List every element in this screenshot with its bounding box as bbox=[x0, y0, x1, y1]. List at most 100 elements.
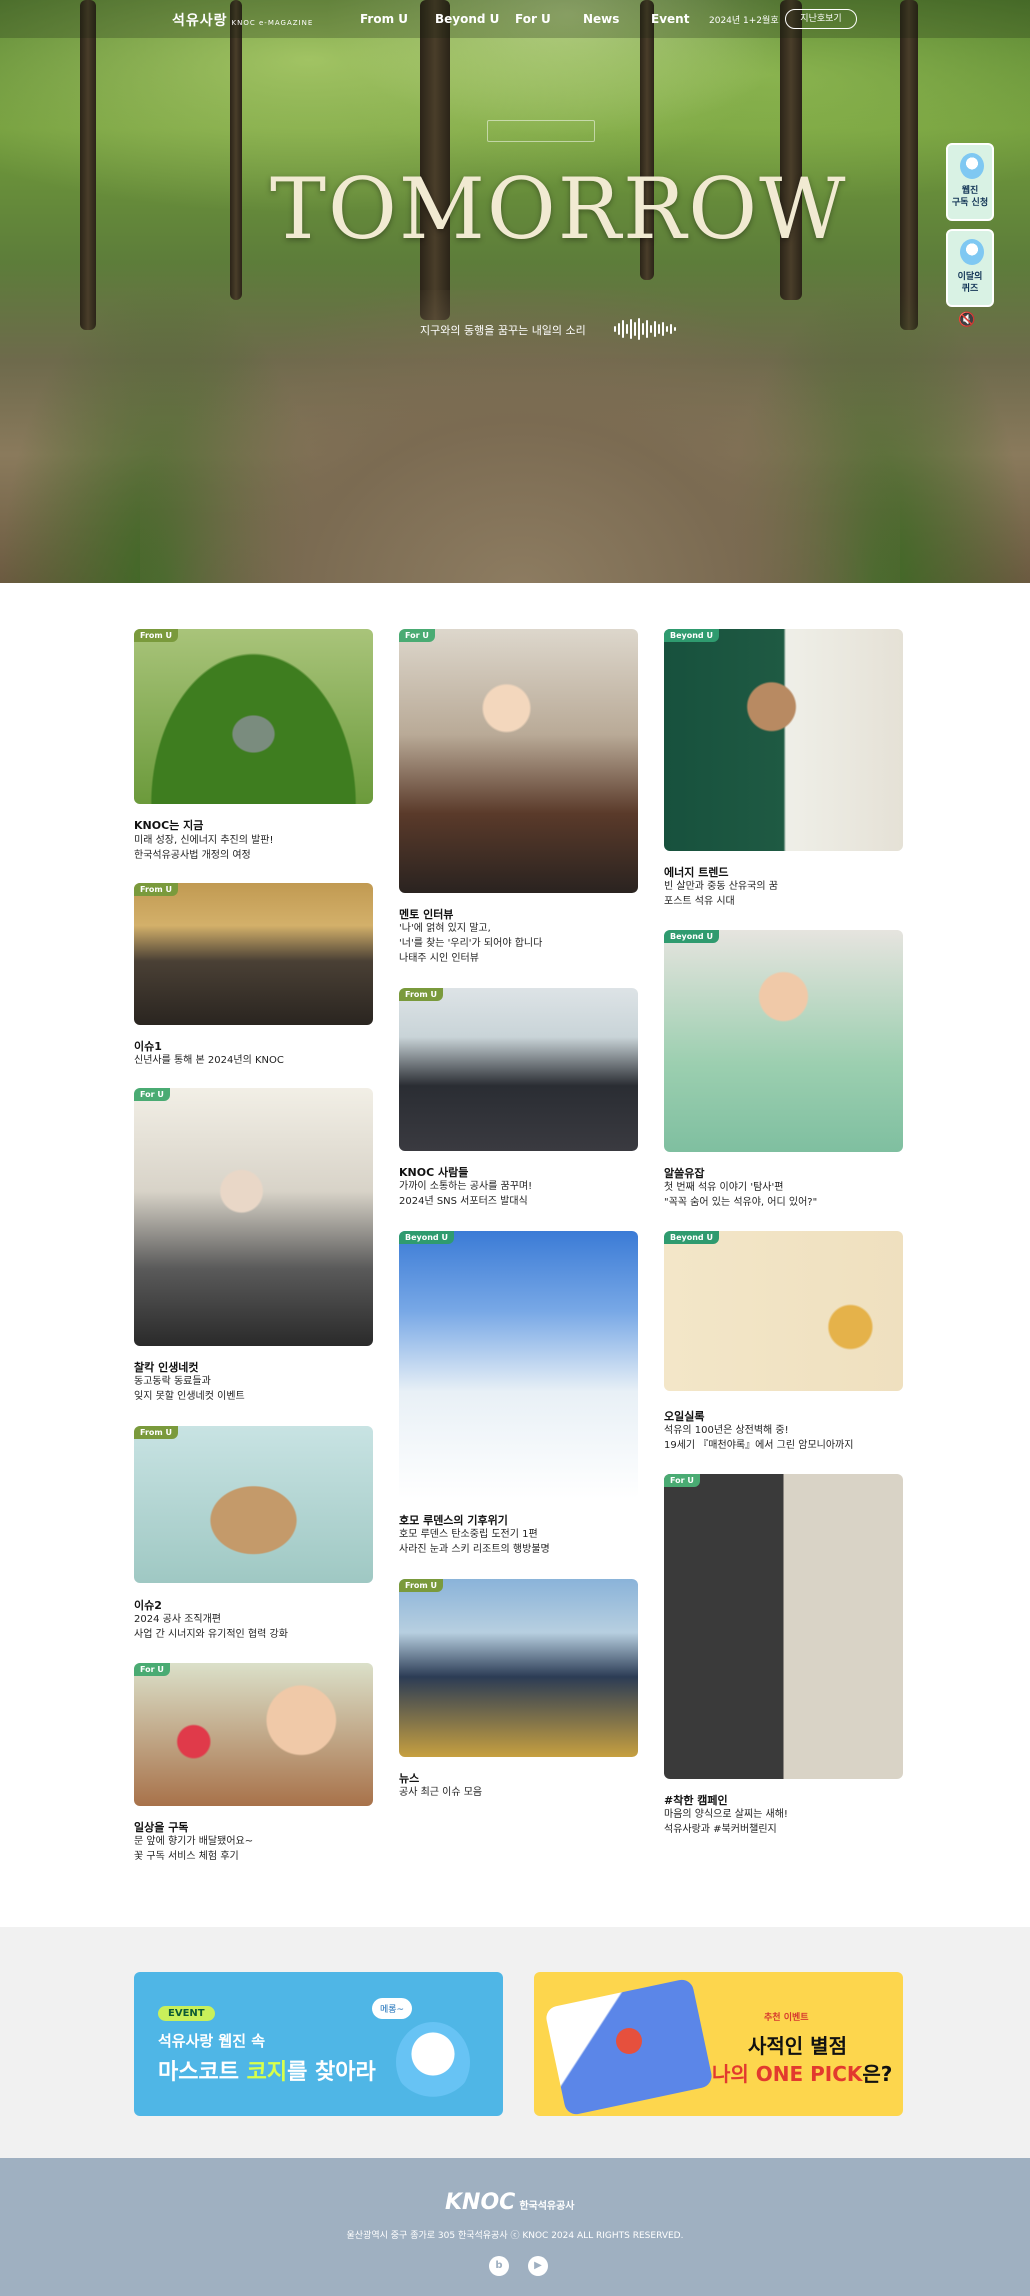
card-photo bbox=[134, 1663, 373, 1806]
card-news[interactable]: From U 뉴스 공사 최근 이슈 모음 bbox=[399, 1579, 638, 1804]
issue-label[interactable]: 2024년 1+2월호 bbox=[709, 13, 779, 26]
mute-speaker-icon[interactable]: 🔇 bbox=[958, 312, 975, 328]
category-tag: For U bbox=[399, 629, 435, 642]
youtube-icon[interactable]: ▶ bbox=[528, 2256, 548, 2276]
one-pick-banner[interactable]: 추천 이벤트 사적인 별점 나의 ONE PICK은? bbox=[534, 1972, 903, 2116]
sound-wave-icon[interactable] bbox=[614, 318, 676, 340]
quiz-label-2: 퀴즈 bbox=[961, 284, 979, 294]
card-knoc-people[interactable]: From U KNOC 사람들 가까이 소통하는 공사를 꿈꾸며! 2024년 S… bbox=[399, 988, 638, 1213]
card-good-campaign[interactable]: For U #착한 캠페인 마음의 양식으로 살찌는 새해! 석유사랑과 #북커버… bbox=[664, 1474, 903, 1844]
menu-beyond-u[interactable]: Beyond U bbox=[435, 12, 515, 26]
card-photo bbox=[399, 1579, 638, 1757]
hero-title: TOMORROW bbox=[270, 160, 848, 258]
card-desc: 문 앞에 향기가 배달됐어요~ 꽃 구독 서비스 체험 후기 bbox=[134, 1836, 254, 1862]
category-tag: Beyond U bbox=[664, 1231, 719, 1244]
banner1-line1: 석유사랑 웹진 속 bbox=[158, 2032, 266, 2050]
card-photo bbox=[134, 883, 373, 1025]
card-issue1[interactable]: From U 이슈1 신년사를 통해 본 2024년의 KNOC bbox=[134, 883, 373, 1066]
card-title: 찰칵 인생네컷 bbox=[134, 1361, 199, 1374]
banner2-line1: 사적인 별점 bbox=[748, 2034, 847, 2058]
card-energy-trend[interactable]: Beyond U 에너지 트렌드 빈 살만과 중동 산유국의 꿈 포스트 석유 시… bbox=[664, 629, 903, 914]
card-photo bbox=[134, 1426, 373, 1583]
site-logo[interactable]: 석유사랑 KNOC e-MAGAZINE bbox=[172, 10, 313, 30]
card-title: 이슈1 bbox=[134, 1040, 162, 1053]
footer: KNOC 한국석유공사 울산광역시 중구 종가로 305 한국석유공사 ⓒ KNO… bbox=[0, 2158, 1030, 2296]
card-photo bbox=[664, 629, 903, 851]
card-title: 일상을 구독 bbox=[134, 1821, 189, 1834]
card-title: 뉴스 bbox=[399, 1772, 420, 1785]
card-title: 멘토 인터뷰 bbox=[399, 908, 454, 921]
card-title: KNOC 사람들 bbox=[399, 1166, 469, 1179]
card-oil-annals[interactable]: Beyond U 오일실록 석유의 100년은 상전벽해 중! 19세기 『매천야… bbox=[664, 1231, 903, 1461]
subscribe-label-1: 웹진 bbox=[961, 186, 979, 196]
category-tag: Beyond U bbox=[399, 1231, 454, 1244]
subscribe-label-2: 구독 신청 bbox=[951, 198, 989, 208]
quiz-label-1: 이달의 bbox=[957, 272, 983, 282]
card-flower-subscription[interactable]: For U 일상을 구독 문 앞에 향기가 배달됐어요~ 꽃 구독 서비스 체험 … bbox=[134, 1663, 373, 1873]
top-nav: 석유사랑 KNOC e-MAGAZINE From U Beyond U For … bbox=[0, 0, 1030, 38]
card-desc: 마음의 양식으로 살찌는 새해! 석유사랑과 #북커버챌린지 bbox=[664, 1809, 788, 1835]
menu-for-u[interactable]: For U bbox=[515, 12, 583, 26]
banner1-line2: 마스코트 코지를 찾아라 bbox=[158, 2060, 376, 2085]
prev-issue-label: 지난호보기 bbox=[800, 14, 842, 24]
card-homo-ludens[interactable]: Beyond U 호모 루덴스의 기후위기 호모 루덴스 탄소중립 도전기 1편… bbox=[399, 1231, 638, 1561]
card-title: 알쓸유잡 bbox=[664, 1167, 705, 1180]
card-title: 호모 루덴스의 기후위기 bbox=[399, 1514, 508, 1527]
card-desc: 신년사를 통해 본 2024년의 KNOC bbox=[134, 1055, 284, 1066]
category-tag: From U bbox=[134, 883, 179, 896]
card-knoc-now[interactable]: From U KNOC는 지금 미래 성장, 신에너지 추진의 발판! 한국석유공… bbox=[134, 629, 373, 861]
card-desc: 동고동락 동료들과 잊지 못할 인생네컷 이벤트 bbox=[134, 1376, 245, 1402]
card-desc: 2024 공사 조직개편 사업 간 시너지와 유기적인 협력 강화 bbox=[134, 1614, 288, 1640]
card-desc: 공사 최근 이슈 모음 bbox=[399, 1787, 483, 1798]
card-issue2[interactable]: From U 이슈2 2024 공사 조직개편 사업 간 시너지와 유기적인 협력… bbox=[134, 1426, 373, 1646]
card-title: KNOC는 지금 bbox=[134, 819, 204, 832]
footer-address: 울산광역시 중구 종가로 305 한국석유공사 ⓒ KNOC 2024 ALL … bbox=[346, 2231, 684, 2241]
category-tag: From U bbox=[399, 988, 444, 1001]
card-title: 에너지 트렌드 bbox=[664, 866, 729, 879]
tree-trunk bbox=[900, 0, 918, 330]
category-tag: From U bbox=[399, 1579, 444, 1592]
mascot-icon bbox=[960, 239, 984, 265]
card-desc: 첫 번째 석유 이야기 '탐사'편 "꼭꼭 숨어 있는 석유야, 어디 있어?" bbox=[664, 1182, 818, 1208]
logo-subtext: KNOC e-MAGAZINE bbox=[231, 19, 314, 27]
category-tag: For U bbox=[134, 1663, 170, 1676]
card-desc: 호모 루덴스 탄소중립 도전기 1편 사라진 눈과 스키 리조트의 행방불명 bbox=[399, 1529, 550, 1555]
menu-news[interactable]: News bbox=[583, 12, 651, 26]
mascot-icon bbox=[396, 2022, 470, 2102]
menu-from-u[interactable]: From U bbox=[360, 12, 435, 26]
card-mentor-interview[interactable]: For U 멘토 인터뷰 '나'에 얽혀 있지 말고, '너'를 찾는 '우리'가… bbox=[399, 629, 638, 969]
prev-issue-button[interactable]: 지난호보기 bbox=[785, 9, 857, 29]
main-menu: From U Beyond U For U News Event bbox=[360, 12, 711, 26]
footer-logo: KNOC 한국석유공사 bbox=[445, 2190, 575, 2215]
card-desc: 석유의 100년은 상전벽해 중! 19세기 『매천야록』에서 그린 암모니아까지 bbox=[664, 1425, 854, 1451]
banner2-line2: 나의 ONE PICK은? bbox=[712, 2062, 893, 2086]
card-photo bbox=[399, 629, 638, 893]
card-photo bbox=[399, 1231, 638, 1499]
card-photo bbox=[664, 930, 903, 1152]
category-tag: For U bbox=[664, 1474, 700, 1487]
event-pill: EVENT bbox=[158, 2006, 215, 2021]
find-mascot-banner[interactable]: EVENT 석유사랑 웹진 속 마스코트 코지를 찾아라 메롱~ bbox=[134, 1972, 503, 2116]
card-desc: 빈 살만과 중동 산유국의 꿈 포스트 석유 시대 bbox=[664, 881, 778, 907]
tree-trunk bbox=[80, 0, 96, 330]
card-desc: 가까이 소통하는 공사를 꿈꾸며! 2024년 SNS 서포터즈 발대식 bbox=[399, 1181, 533, 1207]
blog-icon[interactable]: b bbox=[489, 2256, 509, 2276]
card-desc: 미래 성장, 신에너지 추진의 발판! 한국석유공사법 개정의 여정 bbox=[134, 835, 274, 861]
play-icon bbox=[616, 2028, 642, 2054]
card-oil-tidbits[interactable]: Beyond U 알쓸유잡 첫 번째 석유 이야기 '탐사'편 "꼭꼭 숨어 있는… bbox=[664, 930, 903, 1215]
category-tag: For U bbox=[134, 1088, 170, 1101]
hero-subtitle: 지구와의 동행을 꿈꾸는 내일의 소리 bbox=[420, 324, 586, 337]
tree-trunk bbox=[230, 0, 242, 300]
season-badge bbox=[487, 120, 595, 142]
menu-event[interactable]: Event bbox=[651, 12, 711, 26]
card-photo bbox=[664, 1231, 903, 1391]
card-title: 오일실록 bbox=[664, 1410, 705, 1423]
card-photo bbox=[664, 1474, 903, 1779]
quiz-button[interactable]: 이달의 퀴즈 bbox=[946, 229, 994, 307]
card-photo bbox=[134, 1088, 373, 1346]
card-title: 이슈2 bbox=[134, 1599, 162, 1612]
category-tag: From U bbox=[134, 1426, 179, 1439]
card-photo bbox=[134, 629, 373, 804]
subscribe-button[interactable]: 웹진 구독 신청 bbox=[946, 143, 994, 221]
card-photo-booth[interactable]: For U 찰칵 인생네컷 동고동락 동료들과 잊지 못할 인생네컷 이벤트 bbox=[134, 1088, 373, 1408]
